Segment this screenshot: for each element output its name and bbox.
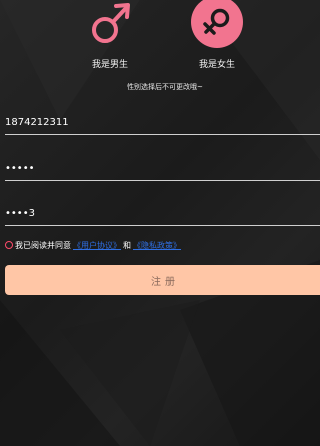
- password-input[interactable]: [5, 163, 305, 174]
- phone-input[interactable]: [5, 117, 305, 128]
- male-symbol-icon: [82, 0, 138, 52]
- confirm-password-field: [5, 201, 320, 226]
- user-agreement-link[interactable]: 《用户协议》: [73, 240, 121, 251]
- password-field: [5, 156, 320, 181]
- register-button[interactable]: 注册: [5, 265, 320, 295]
- gender-hint: 性别选择后不可更改哦~: [127, 83, 203, 91]
- confirm-password-input[interactable]: [5, 208, 305, 219]
- female-label: 我是女生: [198, 60, 235, 70]
- privacy-policy-link[interactable]: 《隐私政策》: [133, 240, 181, 251]
- agree-and: 和: [123, 240, 131, 250]
- male-label: 我是男生: [91, 60, 128, 70]
- female-option[interactable]: 我是女生: [182, 0, 252, 70]
- agreement-row: 我已阅读并同意 《用户协议》 和 《隐私政策》: [5, 239, 183, 251]
- female-symbol-icon: [189, 0, 245, 52]
- phone-field: [5, 110, 320, 135]
- register-screen: 我是男生 我是女生 性别选择后不可更改哦~ 我已阅读并同意 《用户协议》 和 《…: [0, 0, 320, 446]
- agree-prefix: 我已阅读并同意: [15, 240, 71, 250]
- male-option[interactable]: 我是男生: [75, 0, 145, 70]
- agree-radio[interactable]: [5, 241, 13, 249]
